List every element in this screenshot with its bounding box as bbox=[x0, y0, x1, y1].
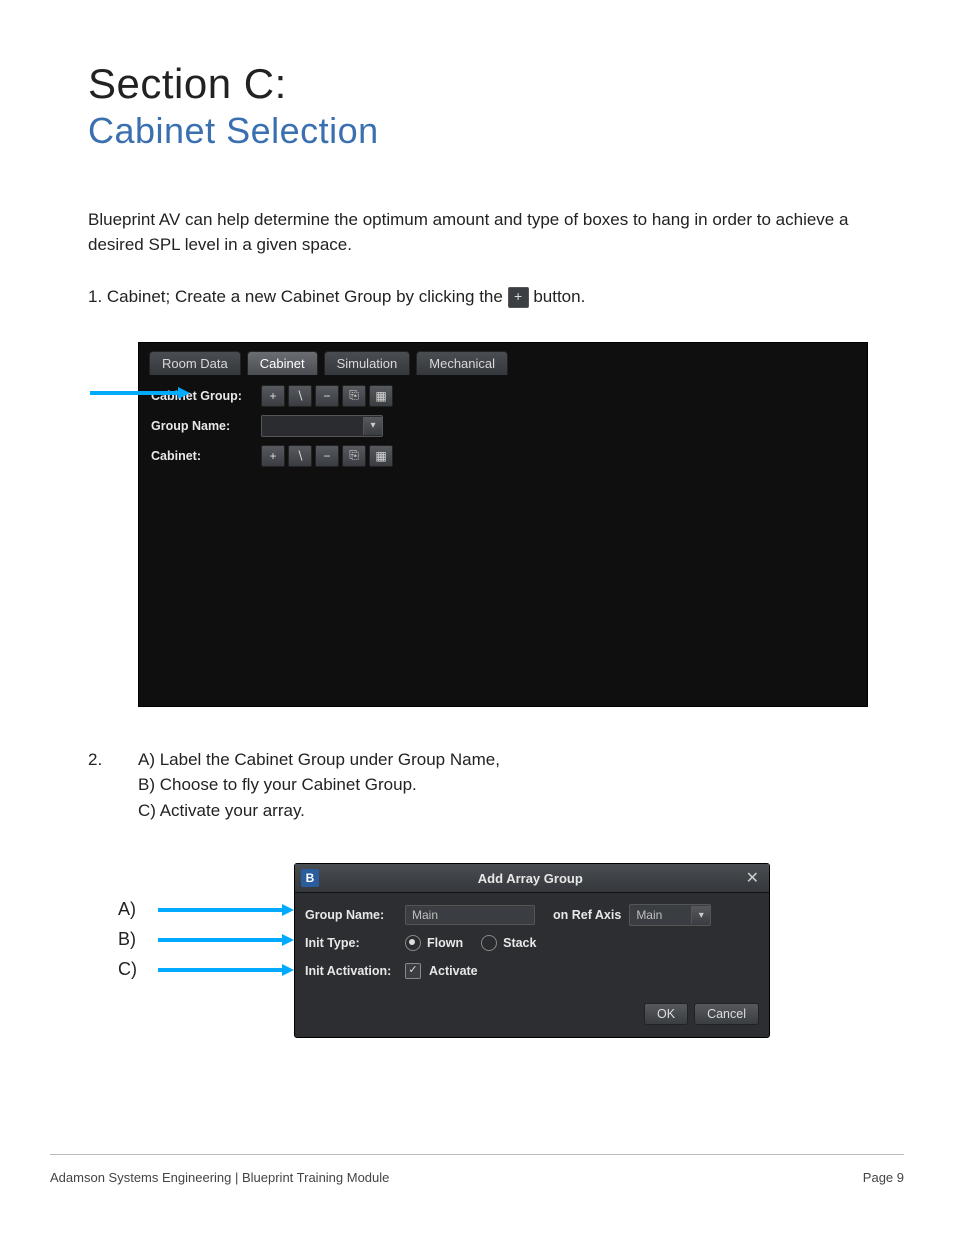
plus-icon[interactable]: + bbox=[261, 445, 285, 467]
radio-stack[interactable] bbox=[481, 935, 497, 951]
cabinet-panel-body: Cabinet Group: + ∖ − ⎘ ▦ Group Name: ▾ C… bbox=[139, 375, 867, 485]
copy-icon[interactable]: ⎘ bbox=[342, 445, 366, 467]
tab-cabinet[interactable]: Cabinet bbox=[247, 351, 318, 375]
screenshot-2-area: A) B) C) B Add Array Group ✕ Group Name:… bbox=[118, 863, 874, 1033]
radio-flown-label: Flown bbox=[427, 936, 463, 950]
marker-c: C) bbox=[118, 959, 137, 980]
label-group-name: Group Name: bbox=[151, 419, 261, 433]
folder-icon[interactable]: ▦ bbox=[369, 445, 393, 467]
dialog-row-init-activation: Init Activation: ✓ Activate bbox=[305, 957, 759, 985]
edit-icon[interactable]: ∖ bbox=[288, 385, 312, 407]
step-2-number: 2. bbox=[88, 747, 138, 824]
label-init-activation: Init Activation: bbox=[305, 964, 405, 978]
step-2: 2. A) Label the Cabinet Group under Grou… bbox=[88, 747, 874, 824]
step-1-text-after: button. bbox=[533, 287, 585, 306]
group-name-input[interactable]: Main bbox=[405, 905, 535, 925]
on-ref-axis-value: Main bbox=[630, 908, 691, 922]
row-cabinet-group: Cabinet Group: + ∖ − ⎘ ▦ bbox=[151, 385, 855, 407]
page-footer: Adamson Systems Engineering | Blueprint … bbox=[50, 1170, 904, 1185]
group-name-dropdown[interactable]: ▾ bbox=[261, 415, 383, 437]
checkbox-activate[interactable]: ✓ bbox=[405, 963, 421, 979]
minus-icon[interactable]: − bbox=[315, 385, 339, 407]
radio-flown[interactable] bbox=[405, 935, 421, 951]
intro-paragraph: Blueprint AV can help determine the opti… bbox=[88, 208, 868, 257]
dialog-buttons: OK Cancel bbox=[295, 993, 769, 1037]
arrow-b bbox=[158, 933, 294, 947]
step-2-line-c: C) Activate your array. bbox=[138, 798, 500, 824]
dialog-title: Add Array Group bbox=[319, 871, 742, 886]
step-2-sublist: A) Label the Cabinet Group under Group N… bbox=[138, 747, 500, 824]
label-init-type: Init Type: bbox=[305, 936, 405, 950]
step-2-line-b: B) Choose to fly your Cabinet Group. bbox=[138, 772, 500, 798]
chevron-down-icon: ▾ bbox=[691, 906, 710, 924]
label-cabinet: Cabinet: bbox=[151, 449, 261, 463]
minus-icon[interactable]: − bbox=[315, 445, 339, 467]
cancel-button[interactable]: Cancel bbox=[694, 1003, 759, 1025]
footer-left: Adamson Systems Engineering | Blueprint … bbox=[50, 1170, 389, 1185]
section-subtitle: Cabinet Selection bbox=[88, 110, 874, 152]
dialog-row-init-type: Init Type: Flown Stack bbox=[305, 929, 759, 957]
close-icon[interactable]: ✕ bbox=[742, 868, 763, 888]
footer-right: Page 9 bbox=[863, 1170, 904, 1185]
tab-simulation[interactable]: Simulation bbox=[324, 351, 411, 375]
add-array-group-dialog: B Add Array Group ✕ Group Name: Main on … bbox=[294, 863, 770, 1038]
app-logo-icon: B bbox=[301, 869, 319, 887]
plus-icon: + bbox=[508, 287, 529, 308]
arrow-to-cabinet-group bbox=[90, 386, 190, 400]
marker-a: A) bbox=[118, 899, 136, 920]
tab-mechanical[interactable]: Mechanical bbox=[416, 351, 508, 375]
dialog-row-group-name: Group Name: Main on Ref Axis Main ▾ bbox=[305, 901, 759, 929]
chevron-down-icon: ▾ bbox=[363, 417, 382, 435]
tab-bar: Room Data Cabinet Simulation Mechanical bbox=[139, 343, 867, 375]
radio-stack-label: Stack bbox=[503, 936, 536, 950]
dialog-body: Group Name: Main on Ref Axis Main ▾ Init… bbox=[295, 893, 769, 993]
document-page: Section C: Cabinet Selection Blueprint A… bbox=[0, 0, 954, 1235]
row-group-name: Group Name: ▾ bbox=[151, 415, 855, 437]
ok-button[interactable]: OK bbox=[644, 1003, 688, 1025]
copy-icon[interactable]: ⎘ bbox=[342, 385, 366, 407]
tab-room-data[interactable]: Room Data bbox=[149, 351, 241, 375]
footer-divider bbox=[50, 1154, 904, 1155]
label-group-name: Group Name: bbox=[305, 908, 405, 922]
row-cabinet: Cabinet: + ∖ − ⎘ ▦ bbox=[151, 445, 855, 467]
step-2-line-a: A) Label the Cabinet Group under Group N… bbox=[138, 747, 500, 773]
section-title: Section C: bbox=[88, 60, 874, 108]
folder-icon[interactable]: ▦ bbox=[369, 385, 393, 407]
cabinet-panel-screenshot: Room Data Cabinet Simulation Mechanical … bbox=[138, 342, 868, 707]
step-1-text-before: 1. Cabinet; Create a new Cabinet Group b… bbox=[88, 287, 508, 306]
arrow-c bbox=[158, 963, 294, 977]
label-on-ref-axis: on Ref Axis bbox=[553, 908, 621, 922]
edit-icon[interactable]: ∖ bbox=[288, 445, 312, 467]
on-ref-axis-dropdown[interactable]: Main ▾ bbox=[629, 904, 711, 926]
plus-icon[interactable]: + bbox=[261, 385, 285, 407]
step-1: 1. Cabinet; Create a new Cabinet Group b… bbox=[88, 285, 874, 310]
dialog-titlebar: B Add Array Group ✕ bbox=[295, 864, 769, 893]
arrow-a bbox=[158, 903, 294, 917]
marker-b: B) bbox=[118, 929, 136, 950]
screenshot-1-wrapper: Room Data Cabinet Simulation Mechanical … bbox=[138, 342, 874, 707]
checkbox-activate-label: Activate bbox=[429, 964, 478, 978]
